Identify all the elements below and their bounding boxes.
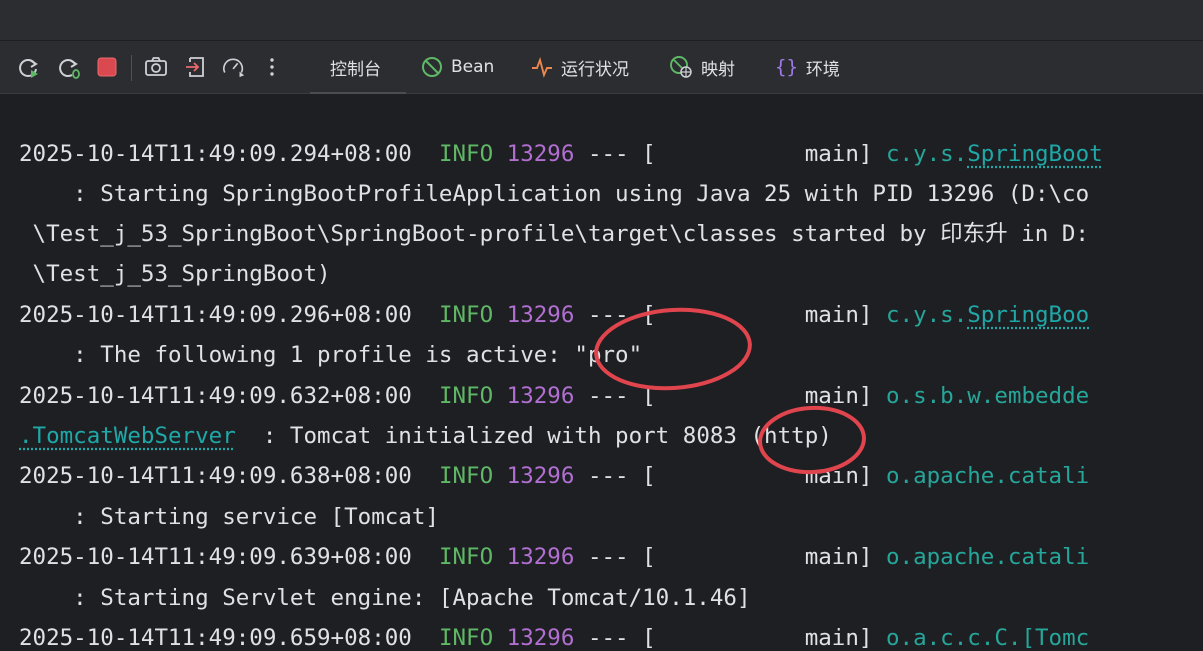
- log-message: : The following 1 profile is active: "pr…: [19, 342, 643, 368]
- log-thread: [ main]: [642, 463, 873, 489]
- log-separator: ---: [587, 463, 629, 489]
- tab-bean-label: Bean: [451, 57, 495, 77]
- log-message: : Starting SpringBootProfileApplication …: [19, 181, 1090, 207]
- log-timestamp: 2025-10-14T11:49:09.638+08:00: [19, 463, 412, 489]
- dashboard-icon[interactable]: [222, 55, 246, 79]
- screenshot-icon[interactable]: [144, 55, 168, 79]
- tab-environment-label: 环境: [805, 59, 840, 80]
- log-pid: 13296: [506, 625, 575, 651]
- log-level: INFO: [438, 463, 494, 489]
- rerun-icon[interactable]: [17, 55, 41, 79]
- more-vertical-icon[interactable]: [260, 55, 284, 79]
- logger-class-link[interactable]: SpringBoo: [967, 302, 1089, 328]
- log-line: 2025-10-14T11:49:09.296+08:00 INFO 13296…: [19, 295, 1089, 335]
- log-pid: 13296: [506, 383, 575, 409]
- log-timestamp: 2025-10-14T11:49:09.294+08:00: [19, 141, 412, 167]
- log-pid: 13296: [506, 544, 575, 570]
- console-output[interactable]: 2025-10-14T11:49:09.294+08:00 INFO 13296…: [0, 94, 1203, 651]
- log-separator: ---: [587, 544, 629, 570]
- log-logger: o.s.b.w.embedde: [885, 383, 1090, 409]
- log-separator: ---: [587, 302, 629, 328]
- mapping-globe-icon: [669, 55, 693, 79]
- run-toolbar: 控制台 Bean 运行状况 映射 {} 环境: [0, 41, 1203, 94]
- log-message: \Test_j_53_SpringBoot\SpringBoot-profile…: [19, 221, 1089, 247]
- log-timestamp: 2025-10-14T11:49:09.296+08:00: [19, 302, 412, 328]
- tab-mappings[interactable]: 映射: [669, 41, 735, 93]
- log-level: INFO: [438, 141, 494, 167]
- rerun-debug-icon[interactable]: [57, 55, 81, 79]
- tab-health-label: 运行状况: [561, 59, 629, 80]
- log-level: INFO: [438, 544, 494, 570]
- log-separator: ---: [587, 141, 629, 167]
- tab-environment[interactable]: {} 环境: [775, 41, 840, 93]
- toolbar-separator: [131, 55, 132, 81]
- log-message: : Starting Servlet engine: [Apache Tomca…: [19, 585, 751, 611]
- log-pid: 13296: [506, 463, 575, 489]
- bean-icon: [421, 56, 443, 78]
- log-line: 2025-10-14T11:49:09.639+08:00 INFO 13296…: [19, 537, 1089, 577]
- log-timestamp: 2025-10-14T11:49:09.659+08:00: [19, 625, 412, 651]
- tab-health[interactable]: 运行状况: [531, 41, 629, 93]
- logger-class-link[interactable]: SpringBoot: [967, 141, 1102, 167]
- braces-icon: {}: [775, 56, 798, 78]
- window-top-bar: [0, 0, 1203, 41]
- log-logger: c.y.s.: [885, 141, 968, 167]
- log-line: 2025-10-14T11:49:09.632+08:00 INFO 13296…: [19, 376, 1089, 416]
- log-thread: [ main]: [642, 383, 873, 409]
- log-timestamp: 2025-10-14T11:49:09.632+08:00: [19, 383, 412, 409]
- exit-icon[interactable]: [184, 55, 208, 79]
- log-separator: ---: [587, 625, 629, 651]
- tab-bean[interactable]: Bean: [421, 41, 494, 93]
- log-line: 2025-10-14T11:49:09.659+08:00 INFO 13296…: [19, 618, 1089, 651]
- log-separator: ---: [587, 383, 629, 409]
- log-message-line: .TomcatWebServer : Tomcat initialized wi…: [19, 416, 832, 456]
- health-pulse-icon: [531, 56, 553, 78]
- stop-icon[interactable]: [95, 55, 119, 79]
- log-message: : Tomcat initialized with port 8083 (htt…: [235, 423, 832, 449]
- log-logger: o.a.c.c.C.[Tomc: [885, 625, 1090, 651]
- log-line: 2025-10-14T11:49:09.294+08:00 INFO 13296…: [19, 134, 1103, 174]
- log-logger: o.apache.catali: [885, 544, 1090, 570]
- tab-console-label: 控制台: [330, 59, 381, 80]
- log-logger: o.apache.catali: [885, 463, 1090, 489]
- log-thread: [ main]: [642, 302, 873, 328]
- tab-console[interactable]: 控制台: [310, 41, 406, 94]
- log-line: 2025-10-14T11:49:09.638+08:00 INFO 13296…: [19, 456, 1089, 496]
- tomcat-webserver-link[interactable]: .TomcatWebServer: [19, 423, 236, 449]
- tab-mappings-label: 映射: [701, 59, 735, 80]
- log-level: INFO: [438, 625, 494, 651]
- log-pid: 13296: [506, 141, 575, 167]
- log-pid: 13296: [506, 302, 575, 328]
- log-thread: [ main]: [642, 544, 873, 570]
- log-logger: c.y.s.: [885, 302, 968, 328]
- log-message: : Starting service [Tomcat]: [19, 504, 439, 530]
- log-timestamp: 2025-10-14T11:49:09.639+08:00: [19, 544, 412, 570]
- log-thread: [ main]: [642, 141, 873, 167]
- log-level: INFO: [438, 383, 494, 409]
- log-thread: [ main]: [642, 625, 873, 651]
- log-level: INFO: [438, 302, 494, 328]
- log-message: \Test_j_53_SpringBoot): [19, 261, 331, 287]
